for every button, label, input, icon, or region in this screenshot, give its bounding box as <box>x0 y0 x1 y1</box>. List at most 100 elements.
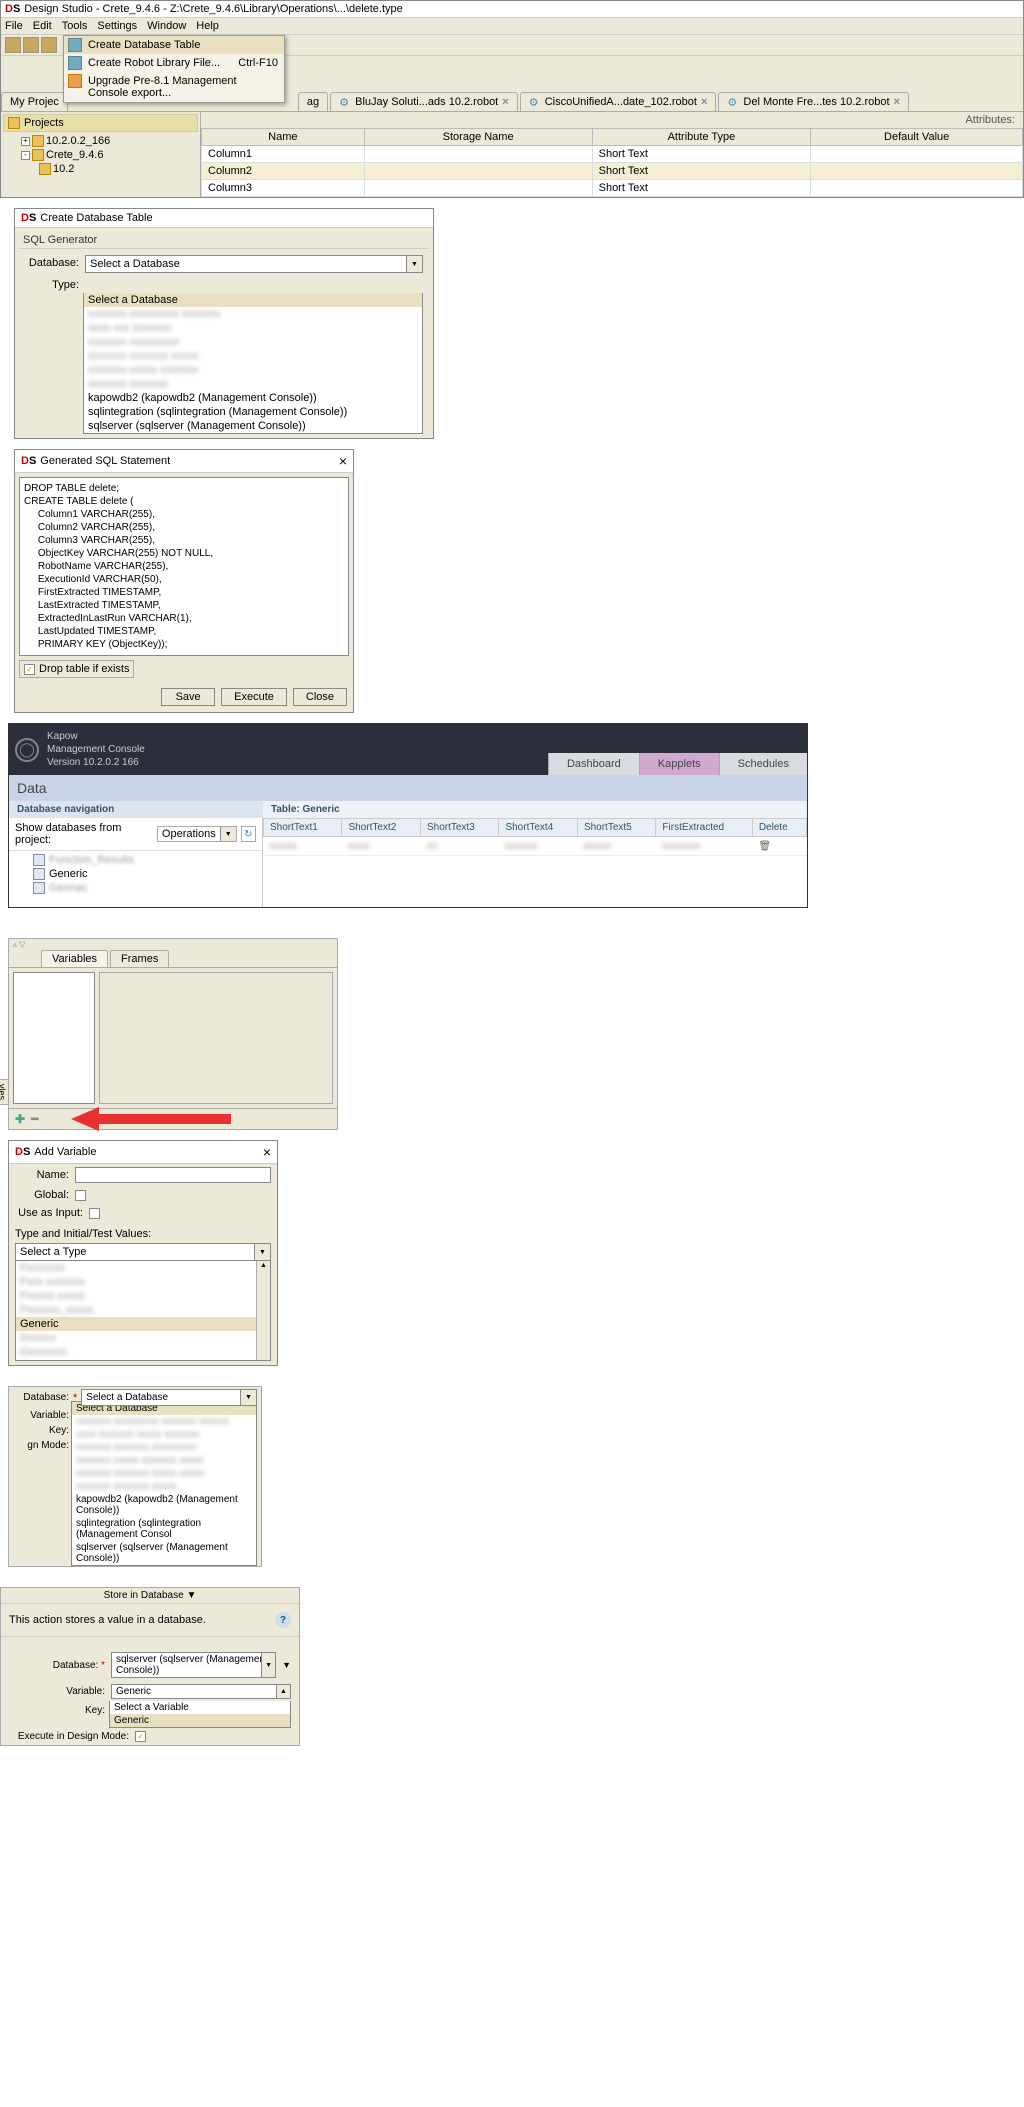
list-item-sqlserver[interactable]: sqlserver (sqlserver (Management Console… <box>72 1541 256 1565</box>
col-st3[interactable]: ShortText3 <box>420 819 498 837</box>
type-select[interactable]: Select a Type <box>15 1243 271 1261</box>
database-select[interactable]: Select a Database <box>81 1389 257 1406</box>
use-as-input-checkbox[interactable] <box>89 1208 100 1219</box>
tab-robot-3[interactable]: Del Monte Fre...tes 10.2.robot × <box>718 92 909 111</box>
list-item[interactable]: xxxxxxx xxxxxxx xxxxx <box>72 1480 256 1493</box>
variable-options[interactable]: Select a Variable Generic <box>109 1701 291 1728</box>
menu-file[interactable]: File <box>5 20 23 32</box>
database-select[interactable]: Select a Database <box>85 255 423 273</box>
menu-tools[interactable]: Tools <box>62 20 88 32</box>
execute-mode-checkbox[interactable]: ✓ <box>135 1731 146 1742</box>
tree-node-1[interactable]: + 10.2.0.2_166 <box>7 134 198 148</box>
col-name[interactable]: Name <box>202 129 365 146</box>
list-item-kapowdb2[interactable]: kapowdb2 (kapowdb2 (Management Console)) <box>72 1493 256 1517</box>
database-list[interactable]: Select a Database xxxxxxx xxxxxxxxx xxxx… <box>83 293 423 434</box>
tab-robot-1[interactable]: BluJay Soluti...ads 10.2.robot × <box>330 92 518 111</box>
database-select[interactable]: sqlserver (sqlserver (Management Console… <box>111 1652 276 1678</box>
refresh-button[interactable]: ↻ <box>241 826 256 842</box>
option-generic[interactable]: Generic <box>110 1714 290 1727</box>
side-tab[interactable]: vles <box>0 1079 9 1105</box>
close-button[interactable]: Close <box>293 688 347 706</box>
list-item[interactable]: Fxxxxx xxxxx <box>16 1289 270 1303</box>
menu-help[interactable]: Help <box>196 20 219 32</box>
global-checkbox[interactable] <box>75 1190 86 1201</box>
list-item-sqlintegration[interactable]: sqlintegration (sqlintegration (Manageme… <box>72 1517 256 1541</box>
panel-header[interactable]: Store in Database ▼ <box>1 1588 299 1604</box>
close-icon[interactable]: × <box>339 453 347 469</box>
list-item-kapowdb2[interactable]: kapowdb2 (kapowdb2 (Management Console)) <box>84 391 422 405</box>
tree-node-2[interactable]: - Crete_9.4.6 <box>7 148 198 162</box>
col-st1[interactable]: ShortText1 <box>264 819 342 837</box>
menu-window[interactable]: Window <box>147 20 186 32</box>
tree-item[interactable]: Function_Results <box>15 853 256 867</box>
add-variable-button[interactable]: ✚ <box>15 1112 25 1126</box>
close-icon[interactable]: × <box>263 1144 271 1160</box>
list-item-sqlintegration[interactable]: sqlintegration (sqlintegration (Manageme… <box>84 405 422 419</box>
collapse-icon[interactable]: - <box>21 151 30 160</box>
toolbar-icon-3[interactable] <box>41 37 57 53</box>
panel-toggle[interactable]: ▵ ▽ <box>9 939 337 950</box>
tab-my-projects[interactable]: My Projec <box>1 92 68 111</box>
list-item[interactable]: xxxx xxxxxxx xxxxx xxxxxxx <box>72 1428 256 1441</box>
list-item[interactable]: xxxxxxx xxxxxxx xxxxx <box>84 349 422 363</box>
tab-suffix[interactable]: ag <box>298 92 328 111</box>
tree-item[interactable]: Gennac <box>15 881 256 895</box>
col-first[interactable]: FirstExtracted <box>656 819 752 837</box>
trash-icon[interactable] <box>758 840 771 852</box>
project-select[interactable]: Operations <box>157 826 237 842</box>
name-input[interactable] <box>75 1167 271 1183</box>
table-row[interactable]: Column1Short Text <box>202 146 1023 163</box>
variables-list[interactable] <box>13 972 95 1104</box>
tab-schedules[interactable]: Schedules <box>719 753 807 775</box>
list-item[interactable]: Fxxxxxx_xxxxx <box>16 1303 270 1317</box>
execute-button[interactable]: Execute <box>221 688 287 706</box>
list-item[interactable]: xxxx xxx xxxxxxx <box>84 321 422 335</box>
menu-create-robot-library[interactable]: Create Robot Library File... Ctrl-F10 <box>64 54 284 72</box>
tab-variables[interactable]: Variables <box>41 950 108 967</box>
col-storage[interactable]: Storage Name <box>364 129 592 146</box>
col-st4[interactable]: ShortText4 <box>499 819 577 837</box>
tab-dashboard[interactable]: Dashboard <box>548 753 639 775</box>
list-item[interactable]: Fxxx xxxxxxx <box>16 1275 270 1289</box>
tab-robot-2[interactable]: CiscoUnifiedA...date_102.robot × <box>520 92 717 111</box>
list-item[interactable]: xxxxxxx xxxxxxxxx <box>84 335 422 349</box>
list-item[interactable]: xxxxxxx xxxxx xxxxxxx xxxxx <box>72 1454 256 1467</box>
toolbar-icon-2[interactable] <box>23 37 39 53</box>
list-item[interactable]: Select a Database <box>84 293 422 307</box>
list-item[interactable]: Fxxxxxxx <box>16 1261 270 1275</box>
help-icon[interactable]: ? <box>275 1612 291 1628</box>
scrollbar[interactable] <box>256 1261 270 1360</box>
list-item-sqlserver[interactable]: sqlserver (sqlserver (Management Console… <box>84 419 422 433</box>
list-item[interactable]: xxxxxxx xxxxxxx xxxxxxxxx <box>72 1441 256 1454</box>
list-item[interactable]: Gxxxxxxxxxx <box>16 1359 270 1361</box>
list-item[interactable]: xxxxxxx xxxxxxxxx xxxxxxx <box>84 307 422 321</box>
col-type[interactable]: Attribute Type <box>592 129 811 146</box>
table-row[interactable]: Column2Short Text <box>202 163 1023 180</box>
col-st5[interactable]: ShortText5 <box>577 819 655 837</box>
menu-create-database-table[interactable]: Create Database Table <box>64 36 284 54</box>
toolbar-icon-1[interactable] <box>5 37 21 53</box>
list-item[interactable]: xxxxxxx xxxxx xxxxxxx <box>84 363 422 377</box>
list-item[interactable]: Gxxxxx <box>16 1331 270 1345</box>
menu-edit[interactable]: Edit <box>33 20 52 32</box>
menu-upgrade-export[interactable]: Upgrade Pre-8.1 Management Console expor… <box>64 72 284 102</box>
dropdown-arrow-icon[interactable] <box>406 256 422 272</box>
col-st2[interactable]: ShortText2 <box>342 819 420 837</box>
close-icon[interactable]: × <box>502 96 508 108</box>
expand-icon[interactable]: + <box>21 137 30 146</box>
list-item[interactable]: xxxxxxx xxxxxxx <box>84 377 422 391</box>
list-item[interactable]: xxxxxxx xxxxxxx xxxxx xxxxx <box>72 1467 256 1480</box>
tree-item-generic[interactable]: Generic <box>15 867 256 881</box>
col-delete[interactable]: Delete <box>752 819 806 837</box>
option-select-variable[interactable]: Select a Variable <box>110 1701 290 1714</box>
save-button[interactable]: Save <box>161 688 215 706</box>
table-row[interactable]: Column3Short Text <box>202 180 1023 197</box>
list-item-generic[interactable]: Generic <box>16 1317 270 1331</box>
remove-variable-button[interactable]: ━ <box>31 1112 38 1126</box>
drop-table-checkbox[interactable]: ✓ Drop table if exists <box>19 660 134 678</box>
col-default[interactable]: Default Value <box>811 129 1023 146</box>
sql-textarea[interactable]: DROP TABLE delete; CREATE TABLE delete (… <box>19 477 349 656</box>
table-row[interactable]: xxxxxxxxxxxxxxxxxxxxxxxxxxxxx <box>264 837 807 856</box>
list-item[interactable]: Gxxxxxxx <box>16 1345 270 1359</box>
variable-select[interactable]: Generic ▲ <box>111 1684 291 1699</box>
